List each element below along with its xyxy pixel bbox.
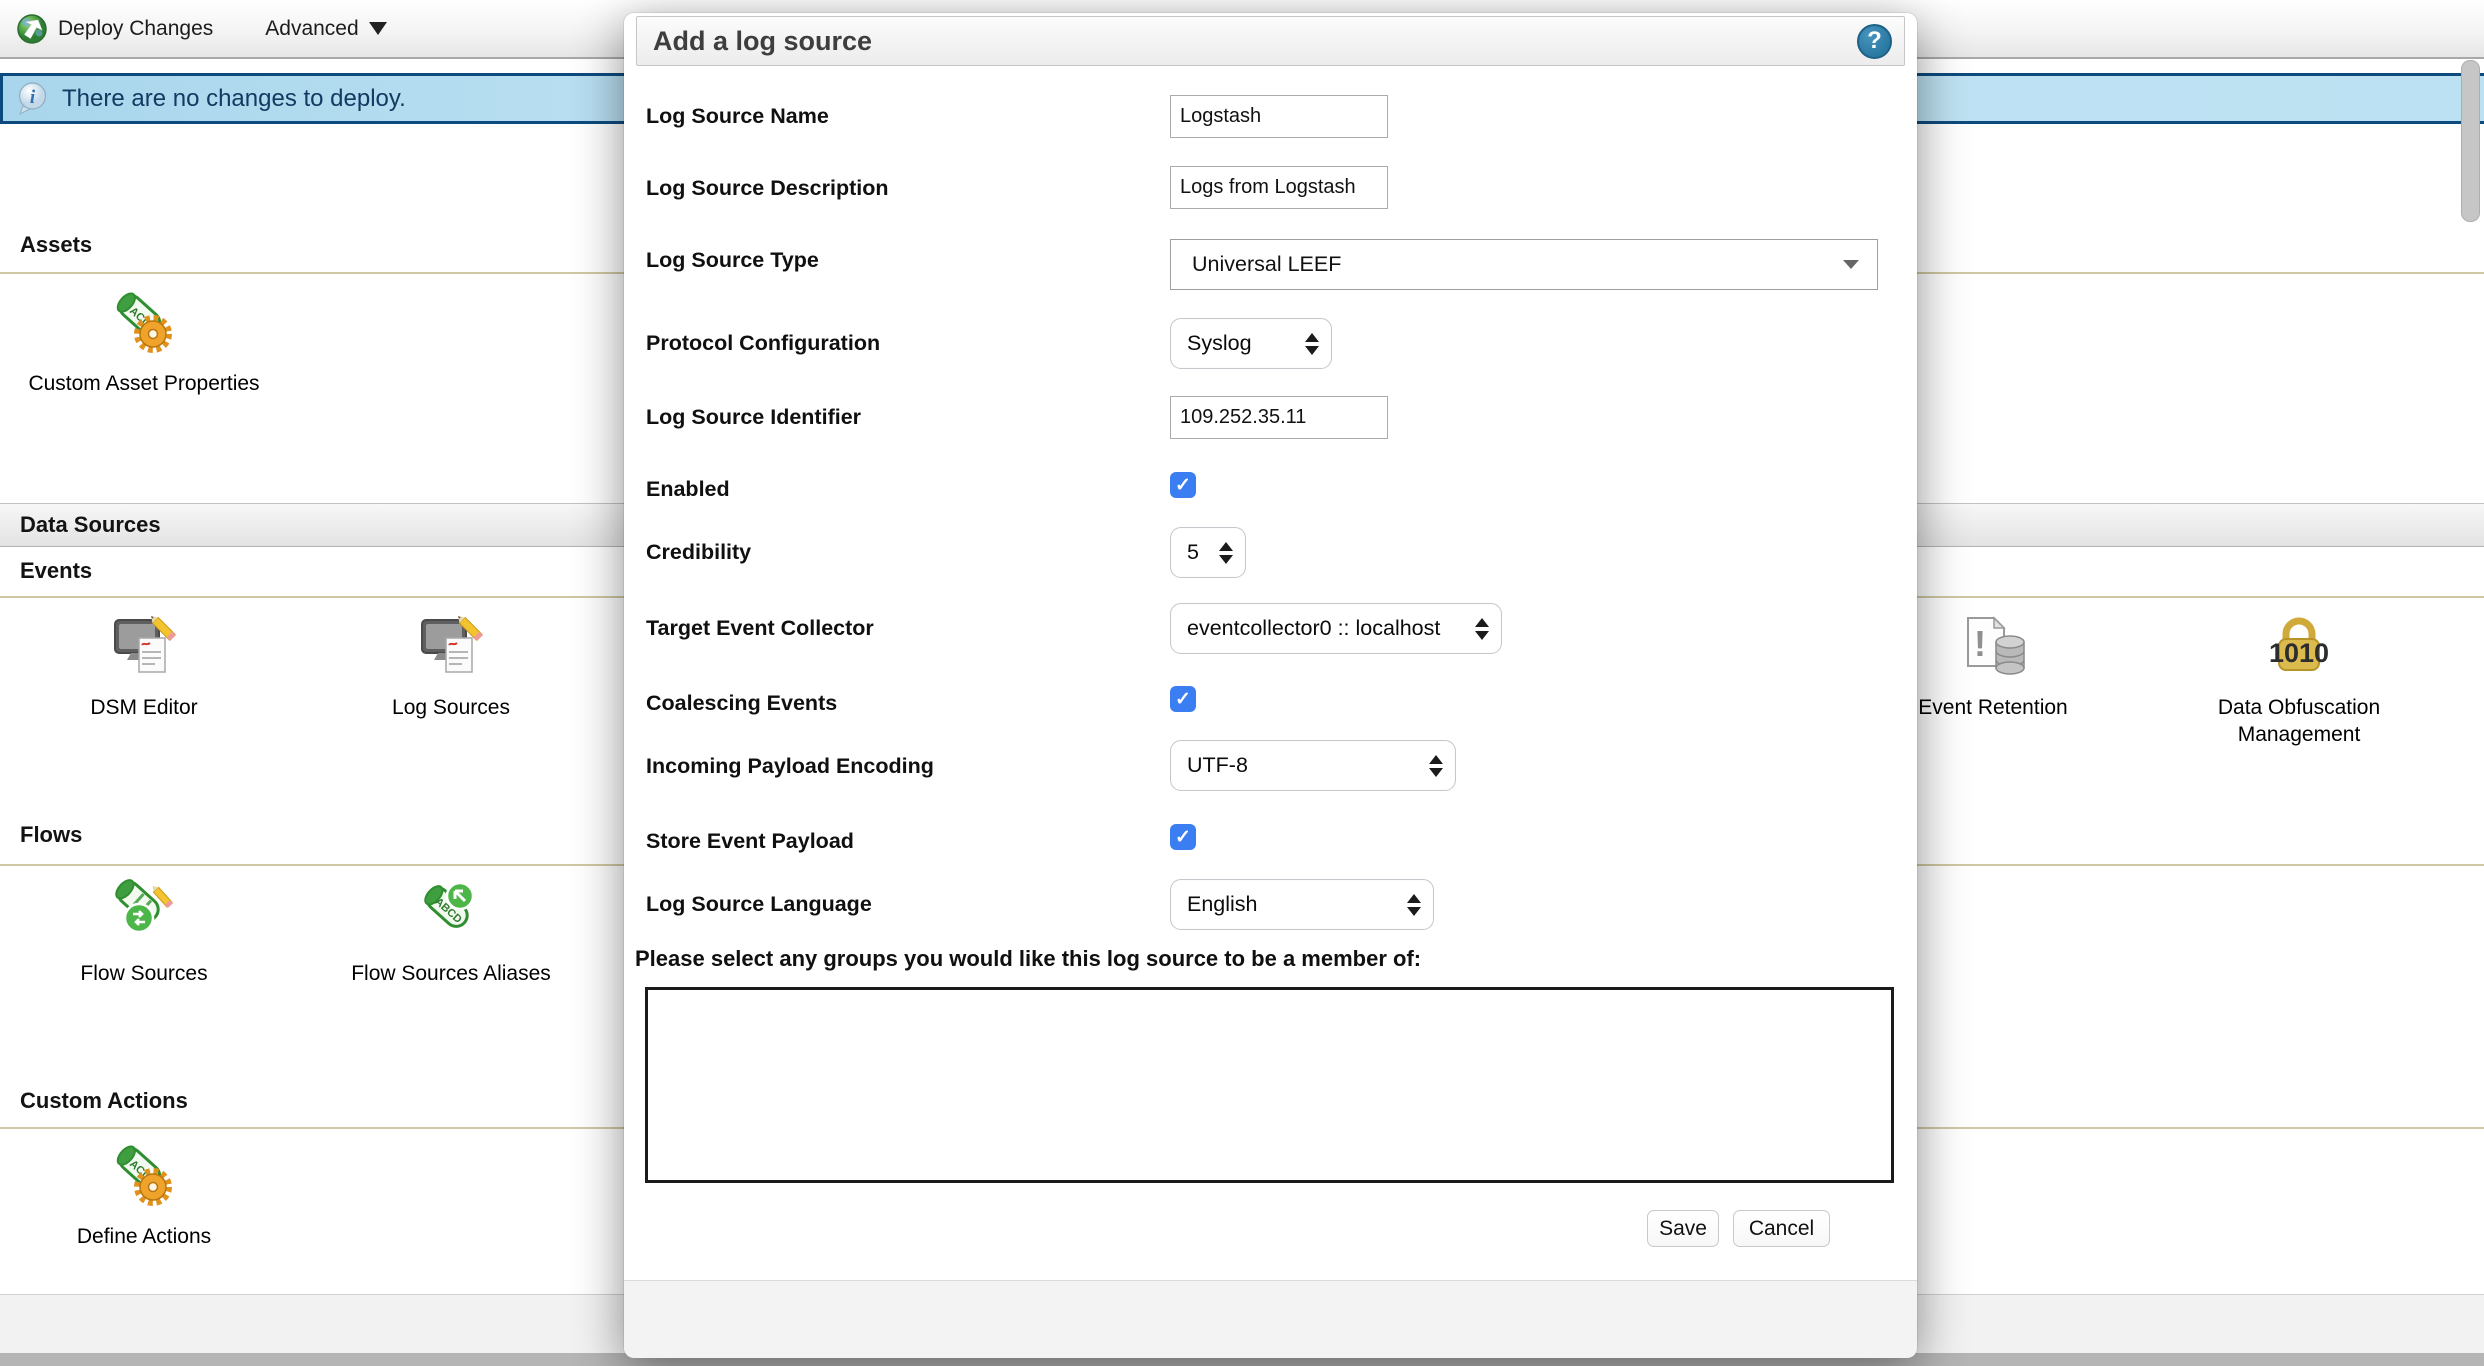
enabled-label: Enabled xyxy=(646,476,1151,502)
coalescing-events-checkbox[interactable] xyxy=(1170,686,1196,712)
flow-sources-icon xyxy=(109,878,179,946)
deploy-changes-label: Deploy Changes xyxy=(58,17,213,41)
define-actions-icon: ACD xyxy=(109,1141,179,1209)
incoming-payload-encoding-value: UTF-8 xyxy=(1187,753,1248,778)
select-arrows-icon xyxy=(1415,755,1443,777)
section-title-assets: Assets xyxy=(20,232,92,258)
scrollbar-thumb[interactable] xyxy=(2461,60,2480,222)
log-source-description-label: Log Source Description xyxy=(646,175,1151,201)
target-event-collector-label: Target Event Collector xyxy=(646,615,1151,641)
add-log-source-dialog: Add a log source ? Log Source Name Log S… xyxy=(624,13,1917,1357)
coalescing-events-label: Coalescing Events xyxy=(646,690,1151,716)
custom-asset-properties-icon: ACD xyxy=(109,288,179,356)
section-title-data-sources: Data Sources xyxy=(20,512,161,538)
svg-text:!: ! xyxy=(1974,623,1986,664)
app-label: Flow Sources Aliases xyxy=(351,960,551,987)
log-source-description-input[interactable] xyxy=(1170,166,1388,209)
incoming-payload-encoding-label: Incoming Payload Encoding xyxy=(646,753,1151,779)
deploy-icon xyxy=(16,13,48,45)
advanced-menu-button[interactable]: Advanced xyxy=(265,17,386,41)
groups-prompt: Please select any groups you would like … xyxy=(635,946,1895,972)
svg-text:1010: 1010 xyxy=(2269,638,2329,668)
credibility-value: 5 xyxy=(1187,540,1199,565)
app-flow-sources-aliases[interactable]: ABCD Flow Sources Aliases xyxy=(321,878,581,987)
log-source-type-value: Universal LEEF xyxy=(1192,252,1341,277)
dsm-editor-icon xyxy=(109,612,179,680)
log-sources-icon xyxy=(416,612,486,680)
store-event-payload-checkbox[interactable] xyxy=(1170,824,1196,850)
app-dsm-editor[interactable]: DSM Editor xyxy=(14,612,274,721)
flow-sources-aliases-icon: ABCD xyxy=(416,878,486,946)
select-arrows-icon xyxy=(1469,618,1489,640)
log-source-language-value: English xyxy=(1187,892,1258,917)
section-title-events: Events xyxy=(20,558,92,584)
info-icon: i xyxy=(17,82,48,116)
advanced-label: Advanced xyxy=(265,17,358,41)
svg-text:i: i xyxy=(30,87,36,108)
app-log-sources[interactable]: Log Sources xyxy=(321,612,581,721)
app-label: Define Actions xyxy=(77,1223,211,1250)
select-arrows-icon xyxy=(1291,333,1319,355)
admin-page: Deploy Changes Advanced i There are no c… xyxy=(0,0,2484,1366)
select-arrows-icon xyxy=(1393,894,1421,916)
section-title-custom-actions: Custom Actions xyxy=(20,1088,188,1114)
app-label: Data Obfuscation Management xyxy=(2179,694,2419,748)
event-retention-icon: ! xyxy=(1958,612,2028,680)
advanced-caret-icon xyxy=(369,22,387,35)
log-source-type-dropdown[interactable]: Universal LEEF xyxy=(1170,239,1878,290)
store-event-payload-label: Store Event Payload xyxy=(646,828,1151,854)
credibility-select[interactable]: 5 xyxy=(1170,527,1246,578)
protocol-configuration-label: Protocol Configuration xyxy=(646,330,1151,356)
deploy-changes-button[interactable]: Deploy Changes xyxy=(16,13,213,45)
save-button[interactable]: Save xyxy=(1647,1210,1719,1247)
protocol-configuration-value: Syslog xyxy=(1187,331,1252,356)
app-label: DSM Editor xyxy=(90,694,197,721)
app-define-actions[interactable]: ACD Define Actions xyxy=(14,1141,274,1250)
log-source-identifier-input[interactable] xyxy=(1170,396,1388,439)
log-source-name-label: Log Source Name xyxy=(646,103,1151,129)
protocol-configuration-select[interactable]: Syslog xyxy=(1170,318,1332,369)
app-label: Event Retention xyxy=(1918,694,2067,721)
data-obfuscation-icon: 1010 xyxy=(2264,612,2334,680)
log-source-language-select[interactable]: English xyxy=(1170,879,1434,930)
incoming-payload-encoding-select[interactable]: UTF-8 xyxy=(1170,740,1456,791)
app-label: Log Sources xyxy=(392,694,510,721)
app-flow-sources[interactable]: Flow Sources xyxy=(14,878,274,987)
credibility-label: Credibility xyxy=(646,539,1151,565)
notice-text: There are no changes to deploy. xyxy=(62,85,406,113)
select-arrows-icon xyxy=(1205,542,1233,564)
app-label: Flow Sources xyxy=(80,960,207,987)
dialog-footer xyxy=(624,1280,1917,1358)
section-title-flows: Flows xyxy=(20,822,82,848)
dialog-title: Add a log source xyxy=(653,26,872,57)
cancel-button[interactable]: Cancel xyxy=(1733,1210,1830,1247)
help-button[interactable]: ? xyxy=(1857,24,1892,59)
log-source-type-label: Log Source Type xyxy=(646,247,1151,273)
enabled-checkbox[interactable] xyxy=(1170,472,1196,498)
app-custom-asset-properties[interactable]: ACD Custom Asset Properties xyxy=(14,288,274,397)
log-source-name-input[interactable] xyxy=(1170,95,1388,138)
log-source-identifier-label: Log Source Identifier xyxy=(646,404,1151,430)
target-event-collector-value: eventcollector0 :: localhost xyxy=(1187,616,1440,641)
app-label: Custom Asset Properties xyxy=(28,370,259,397)
groups-listbox[interactable] xyxy=(645,987,1894,1183)
help-icon: ? xyxy=(1867,27,1882,55)
target-event-collector-select[interactable]: eventcollector0 :: localhost xyxy=(1170,603,1502,654)
chevron-down-icon xyxy=(1843,260,1859,269)
log-source-language-label: Log Source Language xyxy=(646,891,1151,917)
dialog-header: Add a log source ? xyxy=(636,16,1905,66)
app-data-obfuscation-management[interactable]: 1010 Data Obfuscation Management xyxy=(2179,612,2419,748)
